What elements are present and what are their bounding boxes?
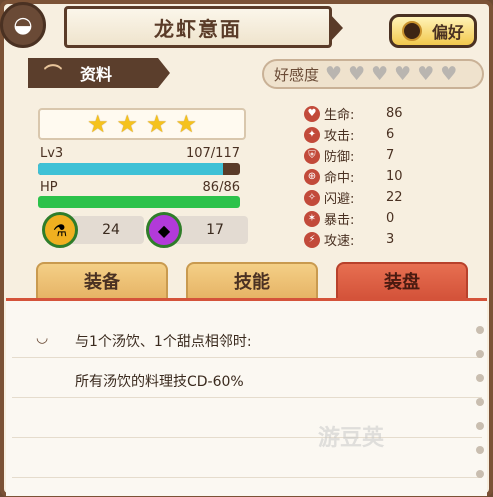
favorite-label: 偏好	[432, 23, 465, 42]
hp-bar-fill	[38, 196, 240, 208]
level-label: Lv3	[40, 146, 64, 161]
attribute-row: ⚡ 攻速: 3	[304, 230, 394, 249]
affection-label: 好感度	[274, 65, 320, 84]
gem-icon: ◆	[146, 212, 182, 248]
attribute-row: ✦ 攻击: 6	[304, 125, 394, 144]
favorite-dot-icon	[402, 21, 422, 41]
scroll-dot	[476, 326, 484, 334]
heart-icon: ♥	[394, 62, 412, 85]
item-count: 24	[102, 222, 120, 238]
attribute-name: 防御:	[324, 150, 355, 165]
attribute-value: 7	[386, 148, 395, 163]
skill-line-1: 与1个汤饮、1个甜点相邻时:	[75, 334, 252, 350]
hp-label: HP	[40, 180, 58, 195]
dodge-icon: ✧	[304, 189, 320, 206]
heart-icon: ♥	[371, 62, 389, 85]
info-tab[interactable]: ⌒ 资料	[28, 58, 170, 88]
crit-icon: ✶	[304, 210, 320, 227]
attribute-value: 6	[386, 127, 395, 142]
divider	[12, 437, 482, 438]
divider	[12, 357, 482, 358]
heart-icon: ♥	[440, 62, 458, 85]
scroll-dot	[476, 350, 484, 358]
attribute-row: ♥ 生命: 86	[304, 104, 403, 123]
favorite-button[interactable]: 偏好	[389, 14, 477, 48]
attribute-value: 86	[386, 106, 403, 121]
rarity-stars: ★ ★ ★ ★	[38, 108, 246, 140]
scroll-dot	[476, 422, 484, 430]
speed-icon: ⚡	[304, 231, 320, 248]
attribute-value: 22	[386, 190, 403, 205]
attribute-value: 0	[386, 211, 395, 226]
attribute-value: 10	[386, 169, 403, 184]
star-icon: ★	[175, 110, 198, 138]
scroll-dot	[476, 470, 484, 478]
exp-bar-fill	[38, 163, 223, 175]
attribute-row: ⛨ 防御: 7	[304, 146, 394, 165]
defense-icon: ⛨	[304, 147, 320, 164]
attribute-name: 攻速:	[324, 234, 355, 249]
heart-icon: ♥	[325, 62, 343, 85]
scroll-dot	[476, 374, 484, 382]
attribute-name: 生命:	[324, 108, 355, 123]
plating-content	[6, 298, 487, 496]
attribute-name: 命中:	[324, 171, 355, 186]
level-value: 107/117	[185, 146, 240, 161]
attribute-value: 3	[386, 232, 395, 247]
hp-row: HP 86/86	[40, 180, 240, 195]
spoon-icon: ◡	[36, 330, 49, 346]
heart-icon: ♥	[417, 62, 435, 85]
attribute-name: 闪避:	[324, 192, 355, 207]
tab-plating[interactable]: 装盘	[336, 262, 468, 300]
attribute-row: ⊕ 命中: 10	[304, 167, 403, 186]
exp-bar	[38, 163, 240, 175]
tab-skills[interactable]: 技能	[186, 262, 318, 300]
page-title: 龙虾意面	[64, 6, 343, 48]
tab-equipment[interactable]: 装备	[36, 262, 168, 300]
star-icon: ★	[146, 110, 168, 138]
divider	[12, 397, 482, 398]
spoon-icon: ⌒	[44, 64, 62, 85]
scroll-dot	[476, 446, 484, 454]
target-icon: ⊕	[304, 168, 320, 185]
tab-label: 技能	[234, 272, 270, 293]
star-icon: ★	[86, 110, 109, 138]
hp-bar	[38, 196, 240, 208]
scroll-dot	[476, 398, 484, 406]
heart-icon: ♥	[304, 105, 320, 122]
divider	[12, 477, 482, 478]
watermark: 游豆英	[318, 426, 385, 451]
affection-bar: 好感度 ♥ ♥ ♥ ♥ ♥ ♥	[262, 59, 484, 89]
attribute-row: ✧ 闪避: 22	[304, 188, 403, 207]
bowl-icon[interactable]: ◒	[0, 2, 46, 48]
attribute-name: 暴击:	[324, 213, 355, 228]
tab-label: 装备	[84, 272, 120, 293]
attack-icon: ✦	[304, 126, 320, 143]
hp-value: 86/86	[202, 180, 240, 195]
level-row: Lv3 107/117	[40, 146, 240, 161]
star-icon: ★	[116, 110, 138, 138]
info-tab-label: 资料	[80, 65, 113, 84]
attribute-row: ✶ 暴击: 0	[304, 209, 394, 228]
skill-line-2: 所有汤饮的料理技CD-60%	[75, 374, 244, 390]
tab-label: 装盘	[384, 272, 420, 293]
heart-icon: ♥	[348, 62, 366, 85]
item-count: 17	[206, 222, 224, 238]
attribute-name: 攻击:	[324, 129, 355, 144]
potion-icon: ⚗	[42, 212, 78, 248]
